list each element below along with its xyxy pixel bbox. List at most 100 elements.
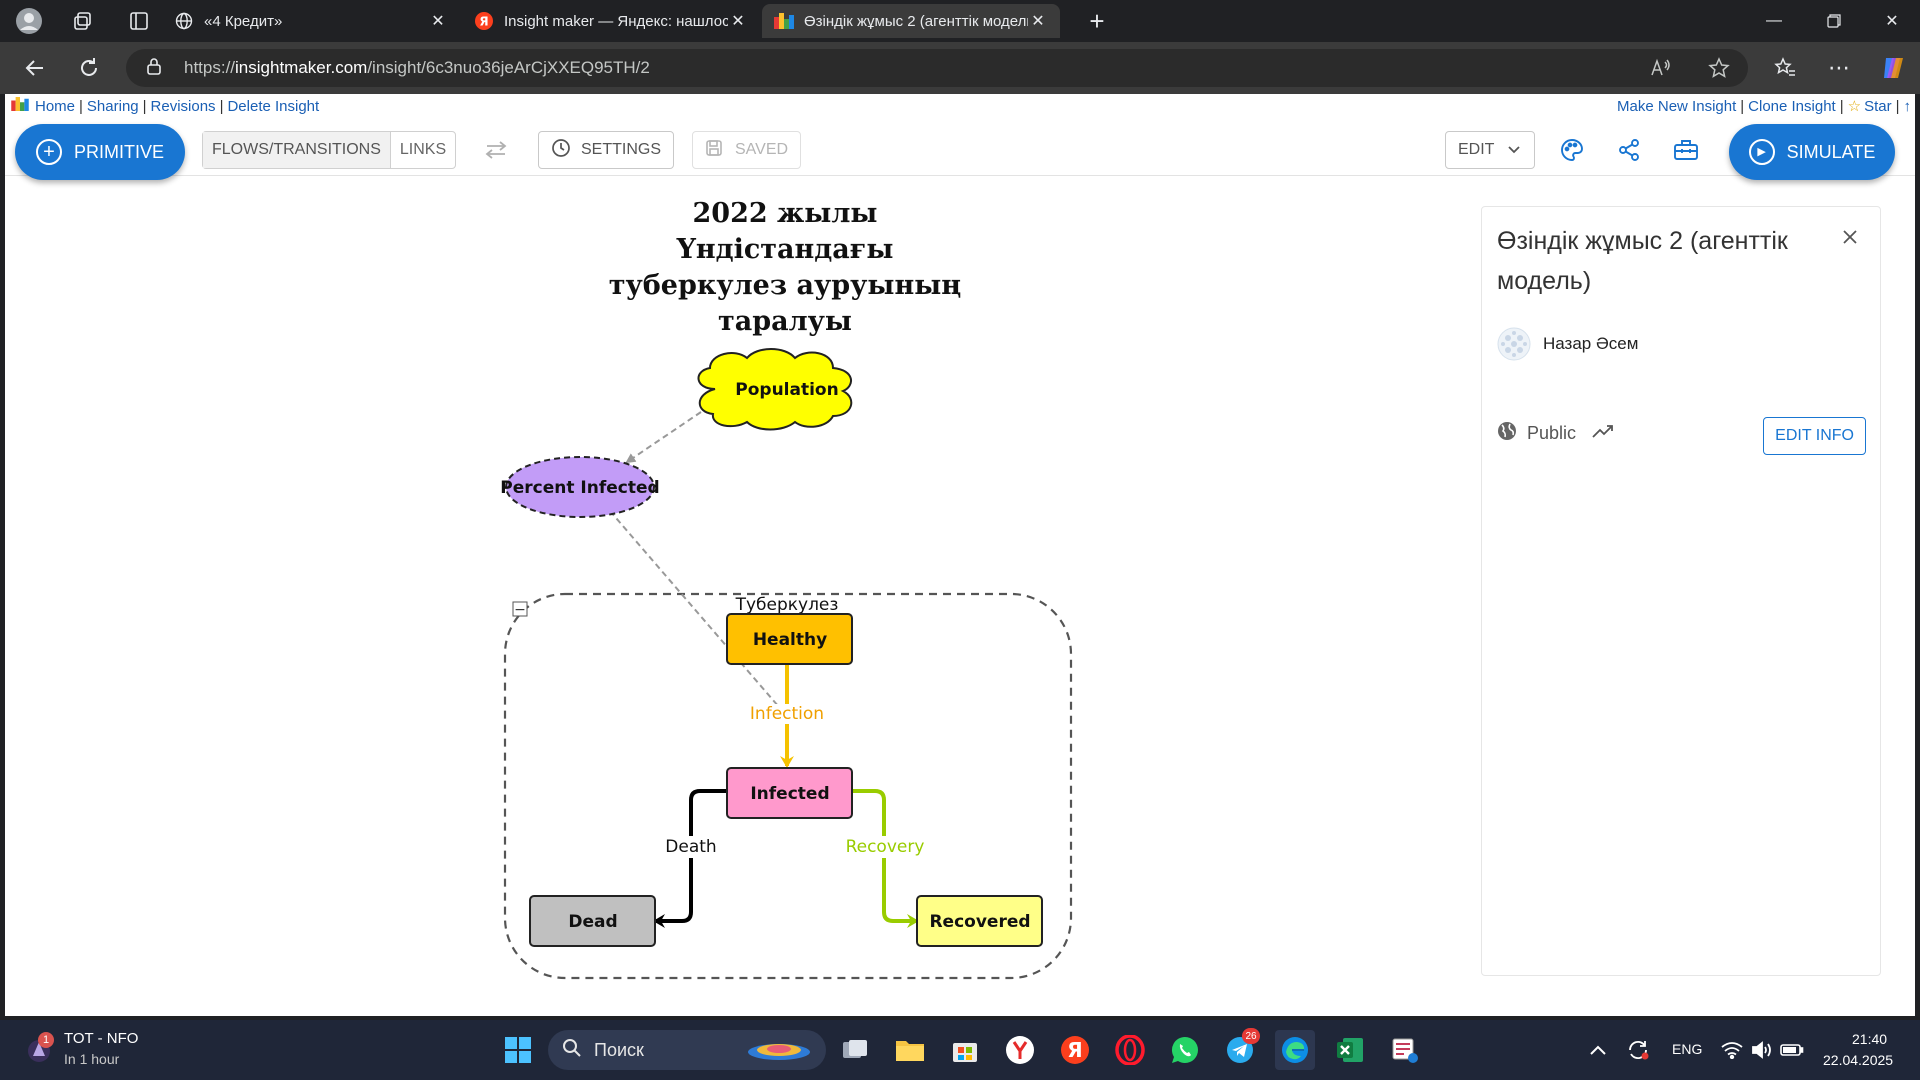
author-name: Назар Әсем [1543, 334, 1639, 353]
new-tab-icon[interactable]: + [1080, 4, 1114, 38]
toolbox-icon[interactable] [1670, 134, 1702, 166]
close-icon[interactable] [1838, 225, 1862, 249]
window-close-icon[interactable]: ✕ [1864, 0, 1920, 42]
clock-icon [551, 138, 571, 163]
nav-revisions-link[interactable]: Revisions [151, 98, 216, 115]
notification-title[interactable]: TOT - NFO [64, 1030, 138, 1047]
favorite-star-icon[interactable] [1708, 57, 1730, 84]
settings-label: SETTINGS [581, 141, 662, 158]
state-dead[interactable]: Dead [529, 895, 656, 947]
snipping-tool-icon[interactable] [1385, 1030, 1425, 1070]
lock-icon[interactable] [146, 57, 164, 80]
flows-transitions-toggle[interactable]: FLOWS/TRANSITIONS [203, 132, 391, 168]
author[interactable]: Назар Әсем [1497, 327, 1638, 361]
close-icon[interactable]: ✕ [1028, 11, 1048, 31]
profile-icon[interactable] [12, 4, 46, 38]
tab-title: Insight maker — Яндекс: нашлось [504, 12, 728, 30]
edit-info-button[interactable]: EDIT INFO [1763, 417, 1866, 455]
whatsapp-icon[interactable] [1165, 1030, 1205, 1070]
saved-label: SAVED [735, 141, 789, 158]
nav-home-link[interactable]: Home [35, 98, 75, 115]
url-field[interactable]: https://insightmaker.com/insight/6c3nuo3… [126, 49, 1748, 87]
clock-time[interactable]: 21:40 [1852, 1031, 1887, 1047]
more-icon[interactable]: ⋯ [1822, 51, 1856, 85]
state-infected[interactable]: Infected [726, 767, 853, 819]
search-icon [562, 1038, 582, 1063]
simulate-button[interactable]: ▶ SIMULATE [1729, 124, 1895, 180]
copilot-icon[interactable] [1876, 51, 1910, 85]
read-aloud-icon[interactable] [1650, 58, 1672, 83]
sync-icon[interactable] [1618, 1030, 1658, 1070]
transition-recovery[interactable]: Recovery [846, 789, 925, 928]
state-healthy[interactable]: Healthy [726, 613, 853, 665]
edge-icon[interactable] [1275, 1030, 1315, 1070]
model-canvas[interactable]: 2022 жылы Үндістандағы туберкулез ауруын… [5, 176, 1485, 1016]
workspaces-icon[interactable] [66, 4, 100, 38]
recovered-label: Recovered [929, 912, 1030, 932]
nav-new-insight-link[interactable]: Make New Insight [1617, 98, 1736, 115]
nav-clone-link[interactable]: Clone Insight [1748, 98, 1836, 115]
restore-icon[interactable] [1806, 0, 1862, 42]
insightmaker-logo-icon[interactable] [11, 97, 29, 115]
clock-date[interactable]: 22.04.2025 [1823, 1052, 1893, 1068]
add-primitive-button[interactable]: + PRIMITIVE [15, 124, 185, 180]
close-icon[interactable]: ✕ [428, 11, 448, 31]
folder-label: Туберкулез [735, 595, 839, 615]
taskbar-search[interactable]: Поиск [548, 1030, 826, 1070]
arrow-up-icon[interactable]: ↑ [1904, 98, 1912, 115]
share-icon[interactable] [1613, 134, 1645, 166]
favorites-icon[interactable] [1768, 51, 1802, 85]
state-recovered[interactable]: Recovered [916, 895, 1043, 947]
tab-credit[interactable]: «4 Кредит» ✕ [162, 4, 460, 38]
chevron-up-icon[interactable] [1578, 1030, 1618, 1070]
swap-arrows-icon[interactable] [480, 134, 512, 166]
svg-text:Я: Я [1067, 1038, 1082, 1062]
notification-widget-icon[interactable]: 1 [24, 1032, 54, 1064]
trending-icon[interactable] [1592, 423, 1614, 444]
tab-actions-icon[interactable] [122, 4, 156, 38]
site-nav: Home | Sharing | Revisions | Delete Insight… [5, 94, 1915, 118]
excel-icon[interactable] [1330, 1030, 1370, 1070]
insightmaker-logo-icon [774, 11, 794, 31]
transition-infection[interactable]: Infection [750, 664, 824, 768]
nav-delete-link[interactable]: Delete Insight [227, 98, 319, 115]
battery-icon[interactable] [1772, 1030, 1812, 1070]
file-explorer-icon[interactable] [890, 1030, 930, 1070]
yandex-icon[interactable]: Я [1055, 1030, 1095, 1070]
start-icon[interactable] [498, 1030, 538, 1070]
minimize-icon[interactable]: — [1746, 0, 1802, 42]
tab-insight[interactable]: Өзіндік жұмыс 2 (агенттік модель) ✕ [762, 4, 1060, 38]
variable-percent-infected[interactable]: Percent Infected [500, 456, 660, 518]
browser-tab-bar: «4 Кредит» ✕ Я Insight maker — Яндекс: н… [0, 0, 1920, 42]
link-population-percent[interactable] [625, 411, 702, 464]
nav-star-link[interactable]: Star [1864, 98, 1892, 115]
reload-icon[interactable] [72, 51, 106, 85]
back-icon[interactable] [18, 51, 52, 85]
palette-icon[interactable] [1556, 134, 1588, 166]
settings-button[interactable]: SETTINGS [538, 131, 675, 169]
healthy-label: Healthy [753, 630, 827, 650]
insight-info-panel: Өзіндік жұмыс 2 (агенттік модель) Назар … [1481, 206, 1881, 976]
variable-population[interactable]: Population [697, 348, 853, 431]
site-nav-right: Make New Insight | Clone Insight | ☆ Star | ↑ [1617, 97, 1912, 116]
opera-icon[interactable] [1110, 1030, 1150, 1070]
nav-sharing-link[interactable]: Sharing [87, 98, 139, 115]
search-highlight-icon [746, 1038, 812, 1067]
close-icon[interactable]: ✕ [728, 11, 748, 31]
dead-label: Dead [568, 912, 617, 932]
task-view-icon[interactable] [835, 1030, 875, 1070]
edit-dropdown[interactable]: EDIT [1445, 131, 1535, 169]
tab-yandex[interactable]: Я Insight maker — Яндекс: нашлось ✕ [462, 4, 760, 38]
yandex-browser-icon[interactable] [1000, 1030, 1040, 1070]
transition-death[interactable]: Death [653, 789, 727, 928]
tab-title: Өзіндік жұмыс 2 (агенттік модель) [804, 12, 1028, 30]
insightmaker-page: Home | Sharing | Revisions | Delete Insight… [5, 94, 1915, 1016]
telegram-icon[interactable]: 26 [1220, 1028, 1260, 1070]
url-scheme: https:// [184, 58, 236, 77]
microsoft-store-icon[interactable] [945, 1030, 985, 1070]
language-indicator[interactable]: ENG [1672, 1041, 1702, 1057]
play-icon: ▶ [1748, 139, 1775, 165]
saved-button[interactable]: SAVED [692, 131, 802, 169]
links-toggle[interactable]: LINKS [391, 132, 455, 168]
folder-collapse-icon[interactable]: − [514, 602, 526, 618]
